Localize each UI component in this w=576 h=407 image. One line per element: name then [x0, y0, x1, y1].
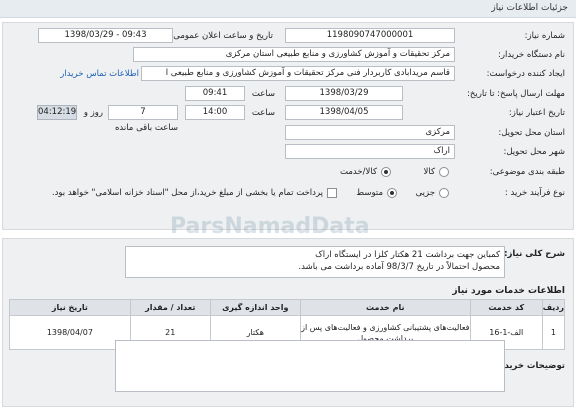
services-section-title: اطلاعات خدمات مورد نیاز	[452, 286, 565, 296]
buyer-org-label: نام دستگاه خریدار:	[498, 50, 565, 60]
col-name: نام خدمت	[299, 299, 471, 316]
process-minor-label: جزیی	[415, 188, 435, 198]
price-date-field: 1398/04/05	[285, 105, 403, 120]
process-medium-radio[interactable]	[387, 188, 397, 198]
description-box: کمباین جهت برداشت 21 هکتار کلزا در ایستگ…	[125, 246, 505, 278]
category-goods-radio[interactable]	[439, 167, 449, 177]
category-label: طبقه بندی موضوعی:	[489, 167, 565, 177]
process-label: نوع فرآیند خرید :	[504, 188, 565, 198]
announce-field: 1398/03/29 - 09:43	[38, 28, 173, 43]
buyer-notes-box	[115, 340, 505, 392]
process-minor-radio[interactable]	[439, 188, 449, 198]
treasury-checkbox[interactable]	[327, 188, 337, 198]
description-line-1: کمباین جهت برداشت 21 هکتار کلزا در ایستگ…	[315, 250, 500, 260]
reply-time-label: ساعت	[251, 89, 275, 99]
cell-row: 1	[541, 315, 566, 350]
province-label: استان محل تحویل:	[498, 128, 565, 138]
price-time-label: ساعت	[251, 108, 275, 118]
treasury-note: پرداخت تمام یا بخشی از مبلغ خرید،از محل …	[51, 188, 323, 198]
city-label: شهر محل تحویل:	[503, 147, 565, 157]
col-unit: واحد اندازه گیری	[209, 299, 301, 316]
need-number-field: 1198090747000001	[285, 28, 455, 43]
table-header-row: ردیف کد خدمت نام خدمت واحد اندازه گیری ت…	[9, 299, 566, 316]
days-label: روز و	[83, 108, 103, 118]
province-field: مرکزی	[285, 125, 455, 140]
city-field: اراک	[285, 144, 455, 159]
description-label: شرح کلی نیاز:	[504, 249, 565, 259]
category-goods-service-radio[interactable]	[381, 167, 391, 177]
reply-deadline-label: مهلت ارسال پاسخ: تا تاریخ:	[467, 89, 565, 99]
process-medium-label: متوسط	[356, 188, 383, 198]
remaining-label: ساعت باقی مانده	[114, 123, 178, 133]
creator-field: قاسم مریدابادی کاربردار فنی مرکز تحقیقات…	[141, 66, 455, 81]
col-code: کد خدمت	[469, 299, 543, 316]
col-date: تاریخ نیاز	[9, 299, 131, 316]
col-row: ردیف	[541, 299, 566, 316]
description-line-2: محصول احتمالاً در تاریخ 98/3/7 آماده برد…	[298, 262, 500, 272]
remaining-timer: 04:12:19	[37, 105, 77, 120]
creator-label: ایجاد کننده درخواست:	[486, 69, 565, 79]
page-title: جزئیات اطلاعات نیاز	[491, 3, 568, 13]
price-time-field: 14:00	[185, 105, 245, 120]
category-goods-label: کالا	[423, 167, 435, 177]
cell-date: 1398/04/07	[9, 315, 131, 350]
category-goods-service-label: کالا/خدمت	[340, 167, 377, 177]
col-qty: تعداد / مقدار	[129, 299, 211, 316]
buyer-org-field: مرکز تحقیقات و آموزش کشاورزی و منابع طبی…	[133, 47, 455, 62]
reply-date-field: 1398/03/29	[285, 86, 403, 101]
reply-time-field: 09:41	[185, 86, 245, 101]
description-panel: شرح کلی نیاز: کمباین جهت برداشت 21 هکتار…	[2, 238, 574, 407]
buyer-contact-link[interactable]: اطلاعات تماس خریدار	[60, 69, 139, 79]
title-bar: جزئیات اطلاعات نیاز	[0, 0, 576, 18]
announce-label: تاریخ و ساعت اعلان عمومی:	[170, 31, 273, 41]
price-deadline-label: تاریخ اعتبار نیاز:	[508, 108, 565, 118]
days-field: 7	[108, 105, 178, 120]
need-number-label: شماره نیاز:	[524, 31, 565, 41]
need-details-panel: شماره نیاز: 1198090747000001 تاریخ و ساع…	[2, 22, 574, 230]
